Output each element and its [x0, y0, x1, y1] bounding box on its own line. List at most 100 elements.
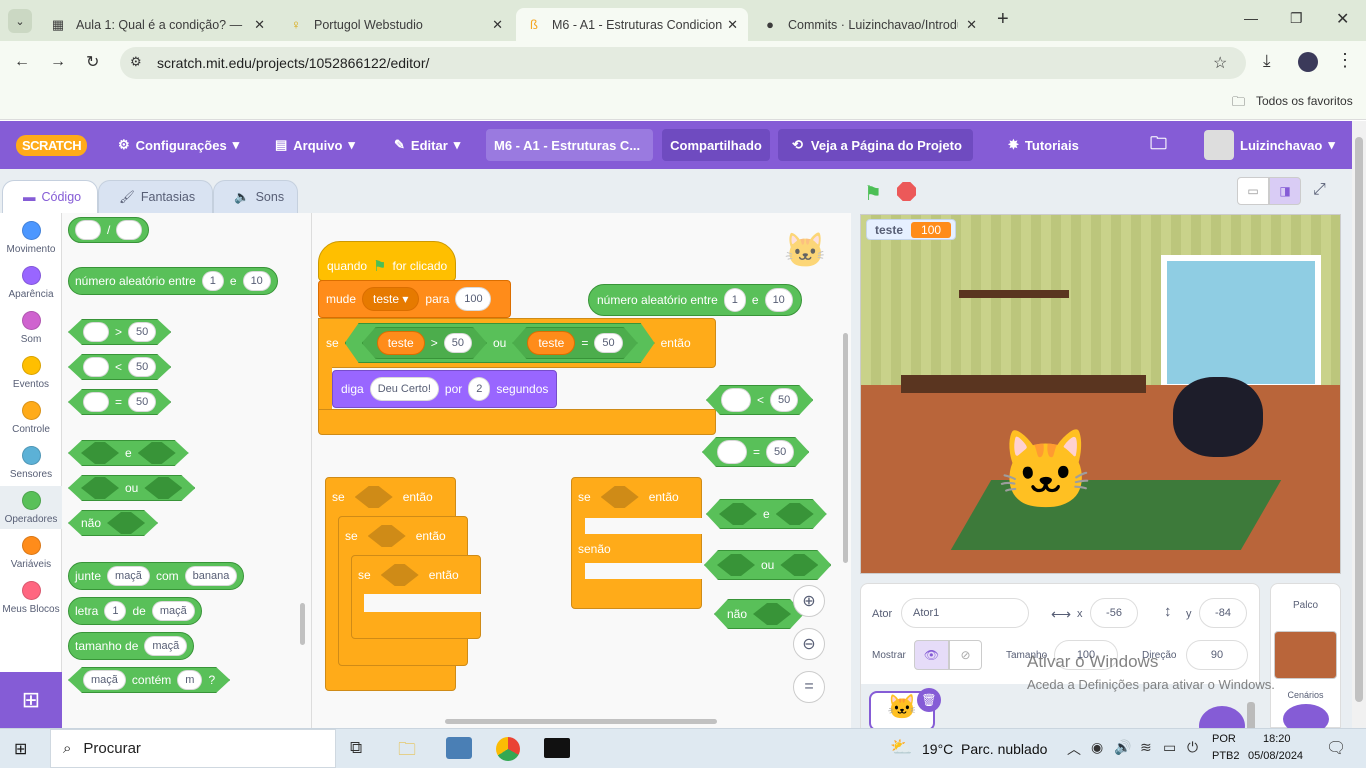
set-variable-block[interactable]: mude teste ▾ para 100 [318, 280, 511, 318]
sprite-y-input[interactable]: -84 [1199, 598, 1247, 628]
variable-dropdown[interactable]: teste ▾ [362, 287, 420, 311]
random-from[interactable]: 1 [723, 288, 746, 312]
empty-input[interactable] [116, 220, 143, 240]
chrome-icon[interactable] [496, 737, 520, 761]
when-flag-clicked-block[interactable]: quando ⚑ for clicado [318, 241, 457, 281]
weather-desc[interactable]: Parc. nublado [961, 741, 1047, 757]
eq-value[interactable]: 50 [128, 392, 156, 412]
download-icon[interactable]: ⤓ [1263, 51, 1271, 71]
close-icon[interactable]: ✕ [254, 17, 265, 33]
clock-date[interactable]: 05/08/2024 [1248, 750, 1303, 762]
account-menu[interactable]: Luizinchavao ▾ [1204, 121, 1335, 169]
equals-block[interactable]: = 50 [68, 389, 171, 415]
or-block[interactable]: ou [68, 475, 195, 501]
all-bookmarks-link[interactable]: Todos os favoritos [1256, 94, 1353, 108]
or-block-loose[interactable]: ou [704, 550, 831, 580]
minimize-icon[interactable]: — [1244, 10, 1258, 26]
hide-eye-icon[interactable]: ⊘ [949, 640, 982, 670]
tray-chevron-icon[interactable]: ︿ [1067, 739, 1081, 759]
letter-n[interactable]: 1 [104, 601, 127, 621]
sprite-x-input[interactable]: -56 [1090, 598, 1138, 628]
power-icon[interactable]: ⏻ [1187, 739, 1198, 756]
tab-costumes[interactable]: 🖌 Fantasias [98, 180, 213, 213]
length-s[interactable]: maçã [144, 636, 188, 656]
omnibox[interactable]: ⚙ scratch.mit.edu/projects/1052866122/ed… [120, 47, 1246, 79]
restore-icon[interactable]: ❐ [1290, 10, 1303, 27]
sprite-direction-input[interactable]: 90 [1186, 640, 1248, 670]
not-block[interactable]: não [68, 510, 158, 536]
record-icon[interactable]: ◉ [1091, 739, 1103, 756]
eq-condition[interactable]: teste = 50 [512, 327, 637, 359]
close-icon[interactable]: ✕ [492, 17, 503, 33]
project-page-button[interactable]: ⟲ Veja a Página do Projeto [778, 129, 973, 161]
empty-input[interactable] [721, 388, 751, 412]
keyboard-layout[interactable]: PTB2 [1212, 750, 1240, 762]
random-block[interactable]: número aleatório entre 1 e 10 [68, 267, 278, 295]
browser-tab-4[interactable]: ● Commits · Luizinchavao/Introdu ✕ [752, 8, 987, 41]
random-to[interactable]: 10 [242, 271, 271, 291]
gt-condition[interactable]: teste >50 [362, 327, 487, 359]
page-scrollbar[interactable] [1352, 121, 1366, 728]
delete-sprite-icon[interactable]: 🗑 [917, 688, 941, 712]
var-teste[interactable]: teste [527, 331, 575, 355]
category-looks[interactable]: Aparência [0, 266, 62, 300]
say-for-secs-block[interactable]: diga Deu Certo! por 2 segundos [332, 370, 558, 408]
random-from[interactable]: 1 [201, 271, 224, 291]
close-icon[interactable]: ✕ [966, 17, 977, 33]
or-condition-block[interactable]: teste >50 ou teste = 50 [345, 323, 655, 363]
empty-input[interactable] [83, 392, 109, 412]
shared-button[interactable]: Compartilhado [662, 129, 770, 161]
variable-monitor[interactable]: teste 100 [866, 219, 957, 240]
tab-code[interactable]: ▬ Código [2, 180, 98, 213]
say-seconds[interactable]: 2 [468, 377, 491, 401]
notifications-icon[interactable]: 🗨 [1326, 738, 1346, 758]
large-stage-icon[interactable]: ◨ [1269, 177, 1301, 205]
category-motion[interactable]: Movimento [0, 221, 62, 255]
random-block-loose[interactable]: número aleatório entre 1 e 10 [588, 284, 802, 316]
weather-temp[interactable]: 19°C [922, 741, 953, 757]
show-eye-icon[interactable]: 👁 [914, 640, 949, 670]
stop-icon[interactable] [897, 182, 916, 201]
random-to[interactable]: 10 [764, 288, 793, 312]
close-window-icon[interactable]: ✕ [1336, 9, 1349, 29]
join-block[interactable]: junte maçã com banana [68, 562, 245, 590]
lt-value[interactable]: 50 [128, 357, 156, 377]
file-menu[interactable]: ▤ Arquivo ▾ [275, 121, 355, 169]
settings-menu[interactable]: ⚙ Configurações ▾ [118, 121, 239, 169]
zoom-in-icon[interactable]: ⊕ [793, 585, 825, 617]
contains-block[interactable]: maçã contém m? [68, 667, 230, 693]
empty-condition-slot[interactable] [381, 564, 419, 586]
battery-icon[interactable]: ▭ [1163, 739, 1176, 756]
not-block-loose[interactable]: não [714, 599, 804, 629]
tab-sounds[interactable]: 🔈 Sons [213, 180, 298, 213]
forward-icon[interactable]: → [50, 53, 66, 71]
green-flag-icon[interactable]: ⚑ [864, 181, 882, 206]
category-my-blocks[interactable]: Meus Blocos [0, 581, 62, 615]
length-block[interactable]: tamanho de maçã [68, 632, 195, 660]
divide-block[interactable]: / [68, 217, 150, 243]
file-explorer-icon[interactable]: 🗀 [398, 737, 416, 767]
empty-input[interactable] [717, 440, 747, 464]
gt-value[interactable]: 50 [444, 333, 472, 353]
clock-time[interactable]: 18:20 [1263, 733, 1291, 745]
new-tab-button[interactable]: + [997, 8, 1009, 31]
join-a[interactable]: maçã [107, 566, 150, 586]
close-icon[interactable]: ✕ [727, 17, 738, 33]
gt-value[interactable]: 50 [128, 322, 156, 342]
edit-menu[interactable]: ✎ Editar ▾ [394, 121, 460, 169]
empty-input[interactable] [83, 322, 109, 342]
browser-tab-1[interactable]: ▦ Aula 1: Qual é a condição? — E ✕ [40, 8, 275, 41]
category-control[interactable]: Controle [0, 401, 62, 435]
empty-condition-slot[interactable] [601, 486, 639, 508]
category-sound[interactable]: Som [0, 311, 62, 345]
join-b[interactable]: banana [184, 566, 238, 586]
var-teste[interactable]: teste [377, 331, 425, 355]
url-text[interactable]: scratch.mit.edu/projects/1052866122/edit… [157, 55, 429, 71]
less-than-block-loose[interactable]: <50 [706, 385, 813, 415]
eq-value[interactable]: 50 [766, 440, 794, 464]
my-stuff-folder-icon[interactable]: 🗀 [1150, 121, 1167, 169]
eq-value[interactable]: 50 [594, 333, 622, 353]
tutorials-menu[interactable]: ✸ Tutoriais [1008, 121, 1079, 169]
add-extension-button[interactable]: ⊞ [0, 672, 62, 728]
project-title-input[interactable]: M6 - A1 - Estruturas C... [486, 129, 653, 161]
